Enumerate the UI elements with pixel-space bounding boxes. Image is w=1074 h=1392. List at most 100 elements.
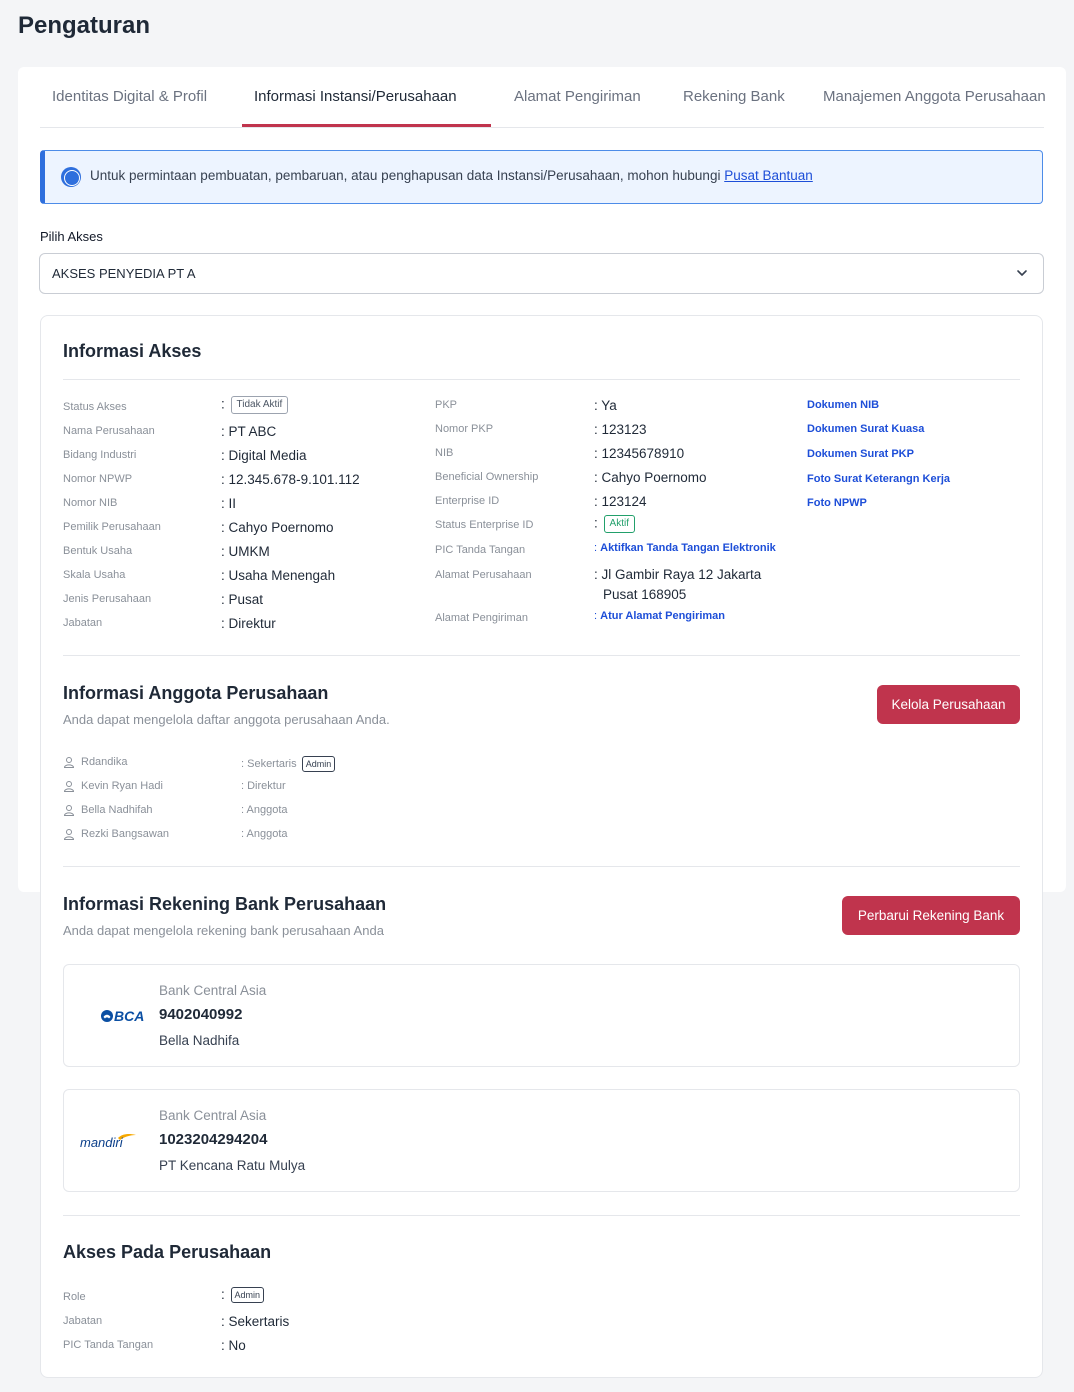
divider bbox=[63, 866, 1020, 867]
skala-usaha-label: Skala Usaha bbox=[63, 569, 126, 581]
account-number: 9402040992 bbox=[159, 1006, 243, 1023]
foto-surat-keterangan-kerja-link[interactable]: Foto Surat Keterangn Kerja bbox=[807, 473, 950, 485]
member-row: Rezki Bangsawan bbox=[63, 828, 170, 841]
colon: : bbox=[221, 396, 225, 412]
chevron-down-icon bbox=[1017, 270, 1027, 276]
tab-alamat-pengiriman[interactable]: Alamat Pengiriman bbox=[514, 88, 641, 105]
bentuk-usaha-label: Bentuk Usaha bbox=[63, 545, 133, 557]
jabatan-akses-label: Jabatan bbox=[63, 1315, 103, 1327]
member-name: Kevin Ryan Hadi bbox=[81, 780, 163, 792]
informasi-akses-title: Informasi Akses bbox=[63, 341, 202, 361]
pkp-label: PKP bbox=[435, 399, 458, 411]
status-badge: Aktif bbox=[603, 515, 635, 533]
status-akses-label: Status Akses bbox=[63, 401, 127, 413]
activate-esign-link[interactable]: Aktifkan Tanda Tangan Elektronik bbox=[600, 542, 776, 554]
member-role: : Direktur bbox=[241, 780, 286, 792]
member-role: : Anggota bbox=[241, 804, 288, 816]
tab-rekening-bank[interactable]: Rekening Bank bbox=[683, 88, 785, 105]
divider bbox=[63, 1215, 1020, 1216]
colon: : bbox=[221, 1287, 225, 1302]
beneficial-ownership-value: : Cahyo Poernomo bbox=[594, 470, 707, 485]
access-select-value: AKSES PENYEDIA PT A bbox=[52, 266, 196, 281]
tab-identitas-digital[interactable]: Identitas Digital & Profil bbox=[52, 88, 207, 105]
pkp-value: : Ya bbox=[594, 398, 617, 413]
tab-bar: Identitas Digital & Profil Informasi Ins… bbox=[40, 76, 1046, 128]
tab-informasi-instansi[interactable]: Informasi Instansi/Perusahaan bbox=[254, 88, 457, 105]
divider bbox=[63, 655, 1020, 656]
bank-name: Bank Central Asia bbox=[159, 983, 267, 998]
beneficial-ownership-label: Beneficial Ownership bbox=[435, 471, 539, 483]
member-name: Rezki Bangsawan bbox=[81, 828, 170, 840]
member-role-text: : Sekertaris bbox=[241, 757, 297, 770]
user-icon bbox=[63, 781, 75, 793]
kelola-perusahaan-button[interactable]: Kelola Perusahaan bbox=[877, 685, 1020, 724]
access-select[interactable]: AKSES PENYEDIA PT A bbox=[39, 253, 1044, 294]
alamat-perusahaan-label: Alamat Perusahaan bbox=[435, 569, 532, 581]
tab-manajemen-anggota[interactable]: Manajemen Anggota Perusahaan bbox=[823, 88, 1046, 105]
role-value: : Admin bbox=[221, 1287, 265, 1304]
enterprise-id-value: : 123124 bbox=[594, 494, 647, 509]
nomor-nib-value: : II bbox=[221, 496, 237, 511]
account-number: 1023204294204 bbox=[159, 1131, 268, 1148]
nomor-npwp-value: : 12.345.678-9.101.112 bbox=[221, 472, 360, 487]
status-badge: Tidak Aktif bbox=[230, 396, 289, 414]
dokumen-surat-kuasa-link[interactable]: Dokumen Surat Kuasa bbox=[807, 423, 924, 435]
nomor-pkp-label: Nomor PKP bbox=[435, 423, 494, 435]
user-icon bbox=[63, 805, 75, 817]
colon: : bbox=[594, 515, 598, 531]
info-icon bbox=[61, 167, 81, 187]
alamat-pengiriman-value: : Atur Alamat Pengiriman bbox=[594, 610, 725, 622]
nomor-npwp-label: Nomor NPWP bbox=[63, 473, 133, 485]
akses-perusahaan-title: Akses Pada Perusahaan bbox=[63, 1242, 272, 1262]
bidang-industri-value: : Digital Media bbox=[221, 448, 307, 463]
nama-perusahaan-label: Nama Perusahaan bbox=[63, 425, 155, 437]
alamat-perusahaan-value-line2: Pusat 168905 bbox=[603, 587, 687, 602]
bank-account-card: BCA Bank Central Asia 9402040992 Bella N… bbox=[63, 964, 1020, 1067]
bca-logo-icon: BCA bbox=[101, 1008, 144, 1024]
active-tab-indicator bbox=[242, 124, 491, 127]
member-name: Rdandika bbox=[81, 756, 128, 768]
pic-tanda-tangan-label: PIC Tanda Tangan bbox=[435, 544, 526, 556]
colon: : bbox=[594, 610, 598, 622]
admin-badge: Admin bbox=[301, 756, 336, 772]
member-row: Bella Nadhifah bbox=[63, 804, 153, 817]
bentuk-usaha-value: : UMKM bbox=[221, 544, 270, 559]
jabatan-akses-value: : Sekertaris bbox=[221, 1314, 290, 1329]
anggota-section-subtitle: Anda dapat mengelola daftar anggota peru… bbox=[63, 712, 390, 727]
member-role: : Anggota bbox=[241, 828, 288, 840]
member-role: : Sekertaris Admin bbox=[241, 756, 336, 772]
enterprise-id-label: Enterprise ID bbox=[435, 495, 500, 507]
pic-tanda-tangan-value: : Aktifkan Tanda Tangan Elektronik bbox=[594, 542, 776, 554]
admin-badge: Admin bbox=[230, 1287, 265, 1304]
jenis-perusahaan-value: : Pusat bbox=[221, 592, 264, 607]
anggota-section-title: Informasi Anggota Perusahaan bbox=[63, 683, 329, 703]
pic-tanda-tangan-akses-label: PIC Tanda Tangan bbox=[63, 1339, 154, 1351]
nib-value: : 12345678910 bbox=[594, 446, 685, 461]
colon: : bbox=[594, 542, 598, 554]
jabatan-value: : Direktur bbox=[221, 616, 276, 631]
user-icon bbox=[63, 757, 75, 769]
access-select-label: Pilih Akses bbox=[40, 229, 103, 244]
nama-perusahaan-value: : PT ABC bbox=[221, 424, 277, 439]
divider bbox=[63, 379, 1020, 380]
set-shipping-address-link[interactable]: Atur Alamat Pengiriman bbox=[600, 610, 725, 622]
pemilik-perusahaan-label: Pemilik Perusahaan bbox=[63, 521, 161, 533]
perbarui-rekening-button[interactable]: Perbarui Rekening Bank bbox=[842, 896, 1020, 935]
dokumen-surat-pkp-link[interactable]: Dokumen Surat PKP bbox=[807, 448, 914, 460]
foto-npwp-link[interactable]: Foto NPWP bbox=[807, 497, 867, 509]
dokumen-nib-link[interactable]: Dokumen NIB bbox=[807, 399, 879, 411]
info-banner: Untuk permintaan pembuatan, pembaruan, a… bbox=[40, 150, 1043, 204]
page-title: Pengaturan bbox=[18, 12, 151, 39]
status-enterprise-id-value: : Aktif bbox=[594, 515, 635, 533]
member-name: Bella Nadhifah bbox=[81, 804, 153, 816]
status-enterprise-id-label: Status Enterprise ID bbox=[435, 519, 534, 531]
status-akses-value: : Tidak Aktif bbox=[221, 396, 289, 414]
member-row: Rdandika bbox=[63, 756, 128, 769]
bca-logo-text: BCA bbox=[114, 1008, 144, 1024]
jenis-perusahaan-label: Jenis Perusahaan bbox=[63, 593, 152, 605]
help-center-link[interactable]: Pusat Bantuan bbox=[724, 168, 813, 183]
nomor-nib-label: Nomor NIB bbox=[63, 497, 118, 509]
nomor-pkp-value: : 123123 bbox=[594, 422, 647, 437]
alamat-perusahaan-value: : Jl Gambir Raya 12 Jakarta bbox=[594, 567, 762, 582]
account-holder: Bella Nadhifa bbox=[159, 1033, 240, 1048]
